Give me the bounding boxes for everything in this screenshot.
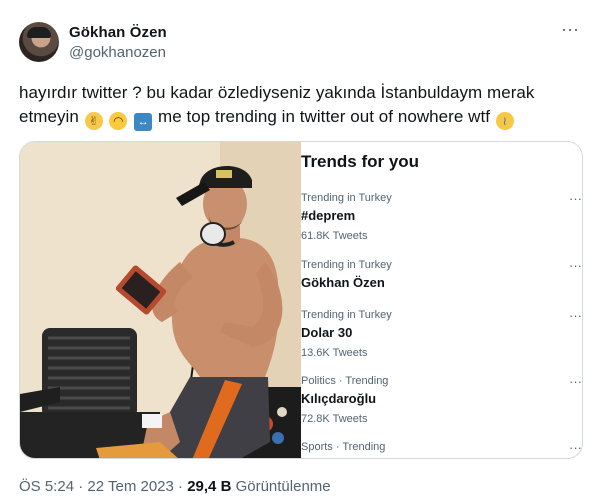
trend-topic: Kılıçdaroğlu	[301, 391, 377, 406]
tweet-media[interactable]: Trends for you Trending in Turkey #depre…	[19, 141, 583, 459]
trend-count: 61.8K Tweets	[301, 230, 368, 242]
trend-count: 13.6K Tweets	[301, 347, 368, 359]
author-handle[interactable]: @gokhanozen	[69, 44, 166, 61]
view-count: 29,4 B	[187, 478, 232, 495]
upside-down-face-emoji-icon: ◠	[109, 112, 128, 130]
tweet-text: hayırdır twitter ? bu kadar özlediyseniz…	[19, 81, 579, 131]
trend-more-icon[interactable]: ···	[569, 308, 582, 323]
photo-illustration	[20, 142, 301, 458]
trend-item[interactable]: Trending in Turkey #deprem 61.8K Tweets …	[301, 191, 582, 243]
avatar[interactable]	[19, 22, 59, 62]
tweet-text-line1: hayırdır twitter ? bu kadar özlediyseniz…	[19, 83, 535, 102]
trend-item[interactable]: Sports · Trending ···	[301, 440, 582, 455]
tweet-date[interactable]: 22 Tem 2023	[87, 478, 173, 495]
trend-more-icon[interactable]: ···	[569, 191, 582, 206]
trend-more-icon[interactable]: ···	[569, 258, 582, 273]
more-horizontal-icon[interactable]: ···	[560, 20, 580, 42]
trends-panel: Trends for you Trending in Turkey #depre…	[301, 142, 582, 458]
trend-topic: Dolar 30	[301, 325, 353, 340]
tweet-photo[interactable]	[20, 142, 301, 458]
trend-item[interactable]: Politics · Trending Kılıçdaroğlu 72.8K T…	[301, 374, 582, 426]
trend-count: 72.8K Tweets	[301, 413, 368, 425]
trend-topic: #deprem	[301, 208, 356, 223]
trend-context: Sports · Trending	[301, 441, 386, 453]
loudly-crying-face-emoji-icon: ≀	[495, 112, 514, 130]
left-right-arrow-emoji-icon: ↔	[134, 113, 153, 131]
separator: ·	[78, 478, 84, 495]
tweet-metadata: ÖS 5:24 · 22 Tem 2023 · 29,4 B Görüntüle…	[19, 478, 331, 495]
author-name[interactable]: Gökhan Özen	[69, 24, 167, 41]
tweet-text-line2b: me top trending in twitter out of nowher…	[158, 107, 491, 126]
view-count-label: Görüntülenme	[235, 478, 331, 495]
trend-context: Trending in Turkey	[301, 259, 392, 271]
trend-item[interactable]: Trending in Turkey Dolar 30 13.6K Tweets…	[301, 308, 582, 360]
trend-context: Politics · Trending	[301, 375, 389, 387]
trend-item[interactable]: Trending in Turkey Gökhan Özen ···	[301, 258, 582, 292]
trend-topic: Gökhan Özen	[301, 275, 385, 290]
trend-context: Trending in Turkey	[301, 192, 392, 204]
trend-context: Trending in Turkey	[301, 309, 392, 321]
trends-title: Trends for you	[301, 152, 420, 171]
tweet: Gökhan Özen @gokhanozen ··· hayırdır twi…	[0, 0, 600, 501]
tweet-text-line2a: etmeyin	[19, 107, 79, 126]
trend-more-icon[interactable]: ···	[569, 374, 582, 389]
separator: ·	[178, 478, 184, 495]
trend-more-icon[interactable]: ···	[569, 440, 582, 455]
tweet-time[interactable]: ÖS 5:24	[19, 478, 74, 495]
victory-hand-emoji-icon: ✌	[84, 112, 103, 130]
